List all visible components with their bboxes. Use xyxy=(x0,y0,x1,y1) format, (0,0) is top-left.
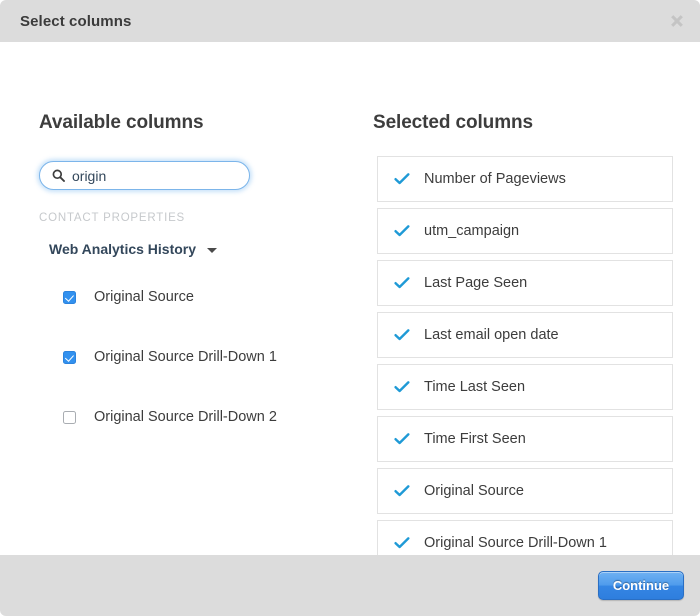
search-box[interactable] xyxy=(39,161,250,190)
select-columns-modal: Select columns Available columns CONTACT… xyxy=(0,0,700,616)
available-column-label: Original Source xyxy=(94,289,194,305)
available-column-label: Original Source Drill-Down 1 xyxy=(94,349,277,365)
chevron-down-icon xyxy=(207,248,217,253)
available-columns-heading: Available columns xyxy=(39,112,203,134)
check-icon xyxy=(394,431,410,447)
column-checkbox[interactable] xyxy=(63,291,76,304)
selected-column-label: Time Last Seen xyxy=(424,379,525,395)
available-column-item[interactable]: Original Source Drill-Down 1 xyxy=(63,342,343,372)
selected-columns-list: Number of Pageviews utm_campaign Last Pa… xyxy=(377,156,673,572)
modal-header: Select columns xyxy=(0,0,700,42)
available-column-item[interactable]: Original Source Drill-Down 2 xyxy=(63,402,343,432)
check-icon xyxy=(394,223,410,239)
list-item[interactable]: Last email open date xyxy=(377,312,673,358)
list-item[interactable]: Last Page Seen xyxy=(377,260,673,306)
search-field-wrapper xyxy=(39,161,250,190)
check-icon xyxy=(394,275,410,291)
contact-properties-label: CONTACT PROPERTIES xyxy=(39,212,185,224)
check-icon xyxy=(394,535,410,551)
column-checkbox[interactable] xyxy=(63,411,76,424)
selected-column-label: Number of Pageviews xyxy=(424,171,566,187)
selected-column-label: utm_campaign xyxy=(424,223,519,239)
property-group-dropdown[interactable]: Web Analytics History xyxy=(49,241,217,257)
modal-body: Available columns CONTACT PROPERTIES Web… xyxy=(0,42,700,555)
selected-column-label: Original Source xyxy=(424,483,524,499)
page-title: Select columns xyxy=(20,13,131,30)
search-icon xyxy=(52,169,65,182)
list-item[interactable]: Original Source xyxy=(377,468,673,514)
list-item[interactable]: utm_campaign xyxy=(377,208,673,254)
continue-button[interactable]: Continue xyxy=(598,571,684,600)
list-item[interactable]: Time First Seen xyxy=(377,416,673,462)
search-input[interactable] xyxy=(72,166,232,186)
close-icon[interactable] xyxy=(667,11,687,31)
available-column-item[interactable]: Original Source xyxy=(63,282,343,312)
selected-column-label: Last Page Seen xyxy=(424,275,527,291)
selected-column-label: Time First Seen xyxy=(424,431,526,447)
selected-columns-heading: Selected columns xyxy=(373,112,533,134)
check-icon xyxy=(394,171,410,187)
property-group-label: Web Analytics History xyxy=(49,241,196,257)
check-icon xyxy=(394,483,410,499)
check-icon xyxy=(394,327,410,343)
list-item[interactable]: Number of Pageviews xyxy=(377,156,673,202)
list-item[interactable]: Time Last Seen xyxy=(377,364,673,410)
available-columns-list: Original Source Original Source Drill-Do… xyxy=(63,282,343,462)
column-checkbox[interactable] xyxy=(63,351,76,364)
available-column-label: Original Source Drill-Down 2 xyxy=(94,409,277,425)
selected-column-label: Original Source Drill-Down 1 xyxy=(424,535,607,551)
selected-column-label: Last email open date xyxy=(424,327,559,343)
modal-footer: Continue xyxy=(0,555,700,616)
check-icon xyxy=(394,379,410,395)
